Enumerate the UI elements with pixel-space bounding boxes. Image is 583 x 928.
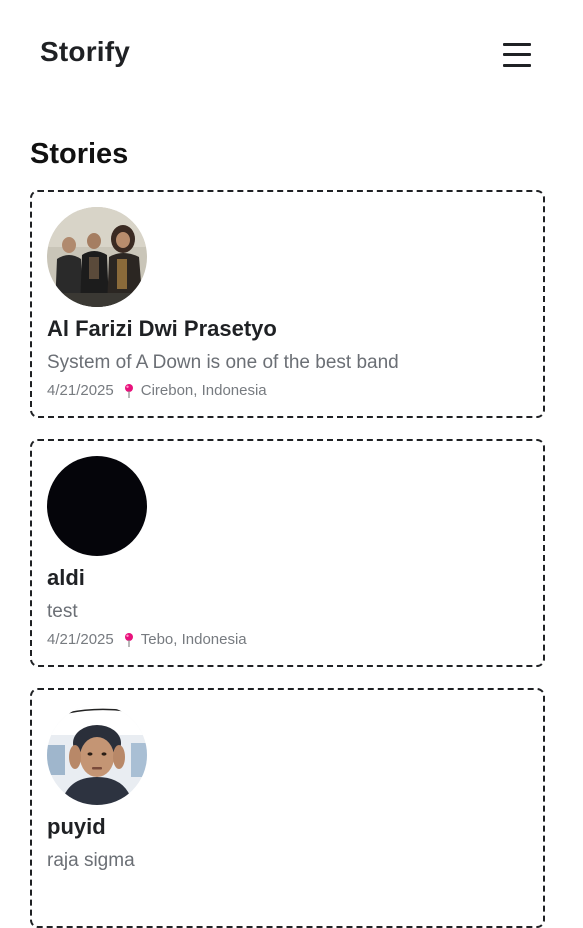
story-author-name: aldi bbox=[47, 565, 85, 590]
story-description: raja sigma bbox=[47, 850, 135, 871]
story-date: 4/21/2025 bbox=[47, 382, 114, 399]
story-description: System of A Down is one of the best band bbox=[47, 352, 399, 373]
story-location: Tebo, Indonesia bbox=[140, 631, 247, 648]
location-pin-icon bbox=[123, 632, 135, 648]
story-author-name: Al Farizi Dwi Prasetyo bbox=[47, 316, 277, 341]
menu-button[interactable] bbox=[502, 41, 532, 69]
story-description: test bbox=[47, 601, 78, 622]
black-circle-avatar bbox=[47, 456, 147, 556]
story-card[interactable]: aldi test 4/21/2025 Tebo, Indonesia bbox=[30, 439, 545, 667]
story-meta: 4/21/2025 Tebo, Indonesia bbox=[47, 631, 247, 648]
story-card[interactable]: puyid raja sigma bbox=[30, 688, 545, 928]
story-card[interactable]: Al Farizi Dwi Prasetyo System of A Down … bbox=[30, 190, 545, 418]
story-meta: 4/21/2025 Cirebon, Indonesia bbox=[47, 382, 267, 399]
app-brand[interactable]: Storify bbox=[40, 36, 130, 68]
story-date: 4/21/2025 bbox=[47, 631, 114, 648]
story-location: Cirebon, Indonesia bbox=[140, 382, 267, 399]
person-photo-avatar bbox=[47, 705, 147, 805]
page-title: Stories bbox=[30, 138, 129, 170]
app-header: Storify bbox=[0, 0, 583, 108]
story-author-name: puyid bbox=[47, 814, 106, 839]
band-photo-avatar bbox=[47, 207, 147, 307]
location-pin-icon bbox=[123, 383, 135, 399]
